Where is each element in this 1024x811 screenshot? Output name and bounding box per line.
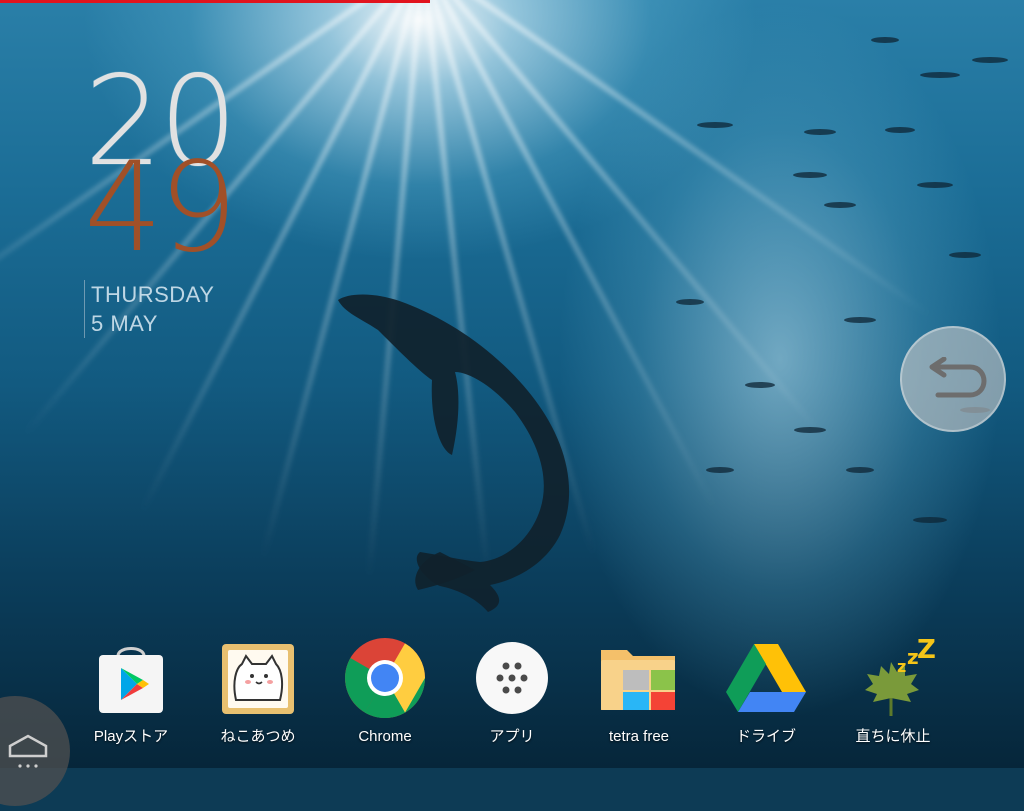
app-dock: Playストア ねこあつめ Chrome アプリ tetra free ドライブ… [0,630,1024,768]
dock-app-drawer[interactable]: アプリ [452,636,572,746]
sleep-leaf-icon: z z Z [851,636,935,720]
google-drive-icon [724,636,808,720]
neko-atsume-icon [216,636,300,720]
dock-app-google-drive[interactable]: ドライブ [706,636,826,746]
app-drawer-icon [470,636,554,720]
date-widget: THURSDAY 5 MAY [84,280,214,338]
dock-label: tetra free [608,728,670,745]
date-text: 5 MAY [84,309,214,338]
dock-label: アプリ [489,728,535,745]
chrome-icon [343,636,427,720]
dock-label: ドライブ [735,728,796,745]
return-arrow-icon [929,357,987,398]
dock-app-neko-atsume[interactable]: ねこあつめ [198,636,318,746]
day-of-week: THURSDAY [84,280,214,309]
svg-text:z: z [897,657,906,676]
clock-minutes: 49 [84,136,238,280]
corner-home-handle[interactable] [0,696,70,806]
dock-label: ねこあつめ [220,728,296,745]
progress-bar [0,0,431,3]
home-outline-icon [8,734,48,768]
floating-back-button[interactable] [900,326,1006,432]
dock-app-sleep-now[interactable]: z z Z 直ちに休止 [833,636,953,746]
dock-label: 直ちに休止 [855,728,931,745]
svg-text:Z: Z [917,636,935,665]
dock-app-chrome[interactable]: Chrome [325,636,445,746]
clock-widget[interactable]: 20 49 [84,60,239,280]
dock-label: Playストア [93,728,169,745]
tetra-folder-icon [597,636,681,720]
dock-app-play-store[interactable]: Playストア [71,636,191,746]
dock-label: Chrome [358,728,412,745]
play-store-icon [89,636,173,720]
dock-app-tetra-free[interactable]: tetra free [579,636,699,746]
